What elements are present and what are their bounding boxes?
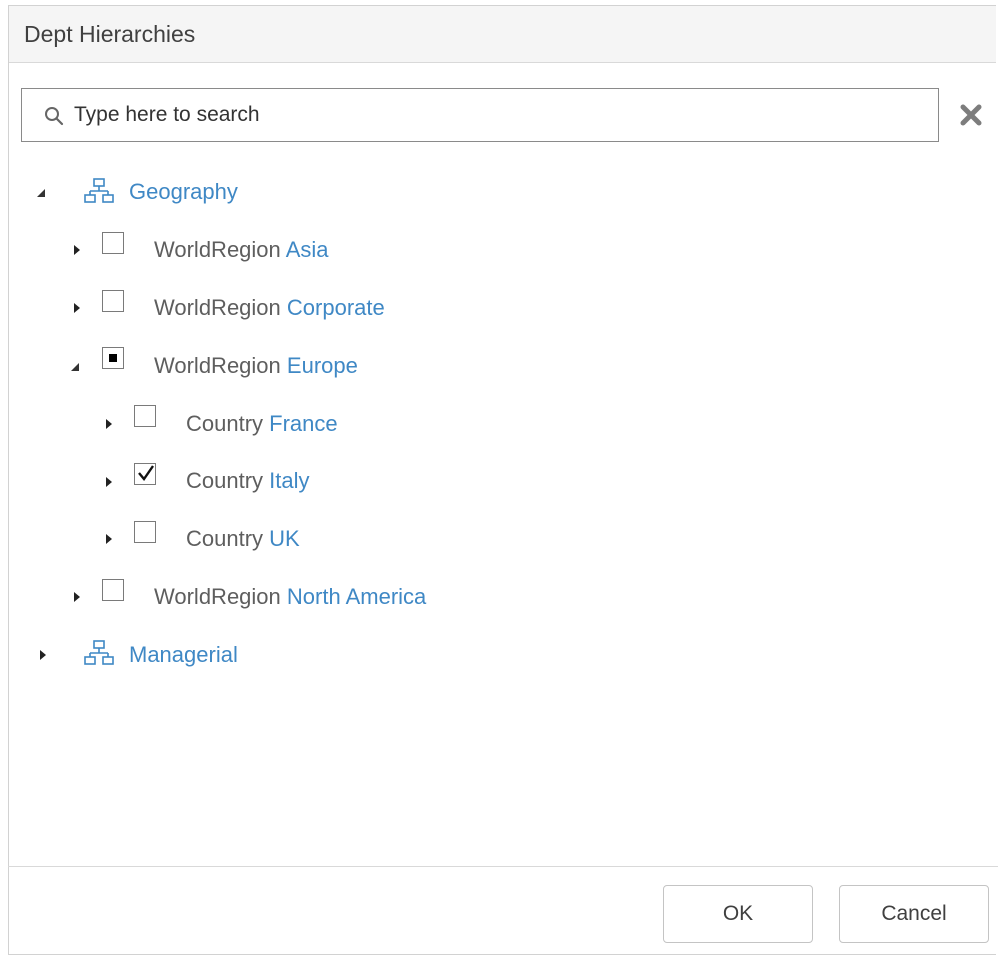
expand-arrow-icon[interactable] [72,244,82,256]
member-name: Italy [269,468,310,493]
member-name: North America [286,584,427,609]
checkbox-italy[interactable] [134,463,156,485]
level-type: WorldRegion [154,353,281,378]
checkmark-icon [138,465,154,481]
tree-node-label[interactable]: Country UK [186,526,300,552]
tree-node-label[interactable]: WorldRegion Europe [154,353,358,379]
hierarchy-icon [84,178,114,203]
tree-node-label[interactable]: Managerial [129,642,238,668]
level-type: Country [186,411,264,436]
tree-node-label[interactable]: Country France [186,411,338,437]
search-icon [45,107,64,126]
expand-arrow-icon[interactable] [38,649,48,661]
tree-node-label[interactable]: Country Italy [186,468,310,494]
partial-check-indicator [109,354,117,362]
cancel-button[interactable]: Cancel [839,885,989,943]
member-name: France [269,411,338,436]
collapse-arrow-icon[interactable] [70,361,80,373]
level-type: WorldRegion [154,237,281,262]
collapse-arrow-icon[interactable] [36,187,46,199]
tree-node-label[interactable]: WorldRegion Corporate [154,295,385,321]
level-type: Country [186,468,264,493]
checkbox-europe[interactable] [102,347,124,369]
member-name: Corporate [286,295,385,320]
dept-hierarchies-dialog: Dept Hierarchies [8,5,996,955]
expand-arrow-icon[interactable] [104,418,114,430]
level-type: WorldRegion [154,584,281,609]
ok-button[interactable]: OK [663,885,813,943]
dialog-title: Dept Hierarchies [24,21,196,47]
tree-node-label[interactable]: Geography [129,179,238,205]
expand-arrow-icon[interactable] [104,476,114,488]
expand-arrow-icon[interactable] [72,302,82,314]
checkbox-corporate[interactable] [102,290,124,312]
member-name: Asia [285,237,329,262]
clear-search-icon[interactable] [959,103,983,127]
dialog-titlebar: Dept Hierarchies [9,6,996,63]
checkbox-france[interactable] [134,405,156,427]
expand-arrow-icon[interactable] [72,591,82,603]
tree-node-label[interactable]: WorldRegion North America [154,584,426,610]
checkbox-north-america[interactable] [102,579,124,601]
tree-node-label[interactable]: WorldRegion Asia [154,237,328,263]
checkbox-asia[interactable] [102,232,124,254]
dialog-footer: OK Cancel [8,866,998,950]
level-type: WorldRegion [154,295,281,320]
level-type: Country [186,526,264,551]
hierarchy-icon [84,640,114,665]
search-input[interactable] [74,97,914,133]
expand-arrow-icon[interactable] [104,533,114,545]
member-name: Europe [286,353,358,378]
member-name: UK [269,526,300,551]
checkbox-uk[interactable] [134,521,156,543]
search-box[interactable] [21,88,939,142]
